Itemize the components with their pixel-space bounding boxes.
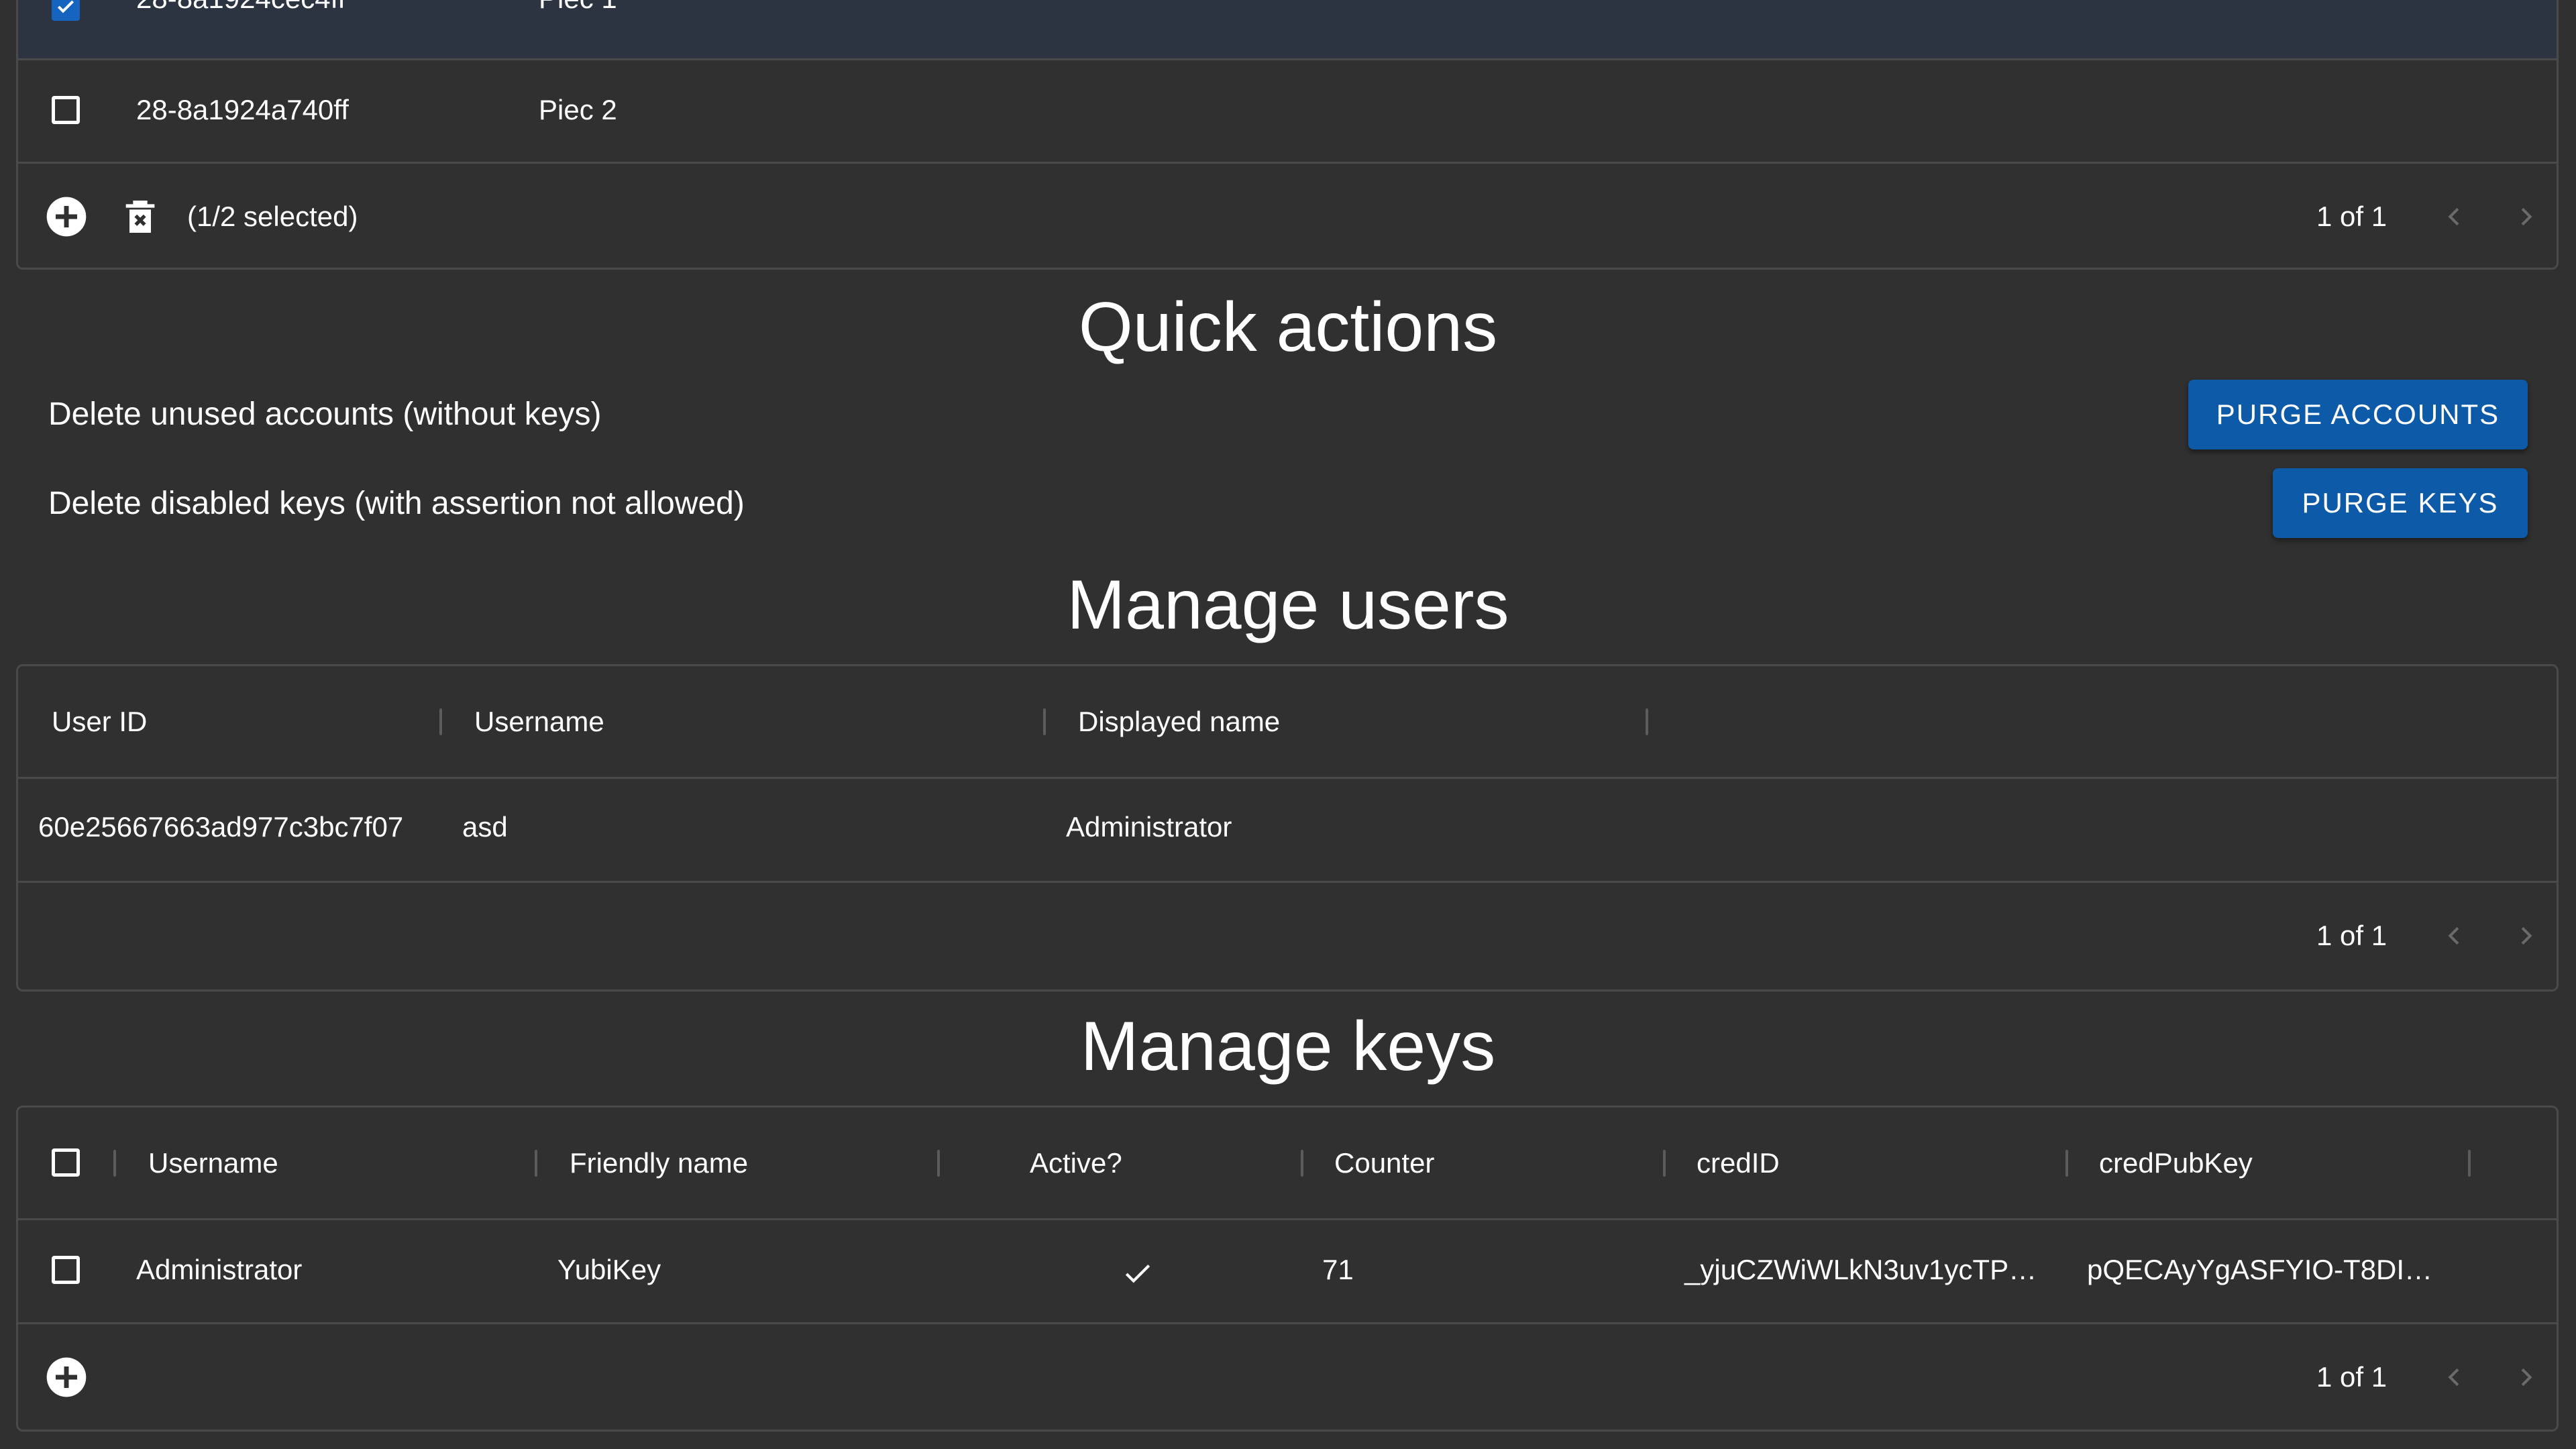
grid-header: Username Friendly name Active? Counter c… [18, 1108, 2557, 1220]
purge-accounts-description: Delete unused accounts (without keys) [48, 396, 602, 432]
row-checkbox[interactable] [52, 1256, 80, 1284]
column-header-username[interactable]: Username [474, 705, 604, 739]
row-checkbox[interactable] [52, 96, 80, 124]
column-separator[interactable] [439, 708, 442, 735]
purge-keys-button[interactable]: PURGE KEYS [2273, 468, 2528, 538]
column-header-displayed-name[interactable]: Displayed name [1078, 705, 1280, 739]
sensor-id: 28-8a1924cec4ff [136, 0, 345, 15]
column-separator[interactable] [937, 1150, 940, 1177]
check-icon [1125, 1265, 1150, 1283]
column-header-user-id[interactable]: User ID [52, 705, 147, 739]
sensor-name: Piec 2 [539, 94, 617, 125]
selection-count: (1/2 selected) [187, 201, 358, 232]
column-separator[interactable] [1301, 1150, 1303, 1177]
column-separator[interactable] [1663, 1150, 1666, 1177]
purge-accounts-button[interactable]: PURGE ACCOUNTS [2188, 380, 2528, 449]
column-separator[interactable] [2468, 1150, 2471, 1177]
delete-icon[interactable] [119, 195, 162, 238]
column-separator[interactable] [1043, 708, 1046, 735]
sensor-id: 28-8a1924a740ff [136, 94, 349, 125]
keys-grid: Username Friendly name Active? Counter c… [16, 1106, 2559, 1432]
table-row[interactable]: Administrator YubiKey 71 _yjuCZWiWLkN3uv… [18, 1218, 2557, 1324]
pagination-text: 1 of 1 [2316, 1361, 2387, 1393]
pagination-text: 1 of 1 [2316, 920, 2387, 951]
select-all-checkbox[interactable] [52, 1148, 80, 1177]
column-separator[interactable] [1646, 708, 1648, 735]
grid-footer: 1 of 1 [18, 883, 2557, 990]
cred-pub-key-cell: pQECAyYgASFYIO-T8DI… [2087, 1254, 2433, 1285]
column-separator[interactable] [535, 1150, 537, 1177]
chevron-right-icon[interactable] [2512, 1364, 2539, 1391]
sensor-name: Piec 1 [539, 0, 617, 15]
grid-header: User ID Username Displayed name [18, 666, 2557, 779]
column-header-username[interactable]: Username [148, 1146, 278, 1180]
add-circle-icon[interactable] [45, 1356, 88, 1399]
user-id-cell: 60e25667663ad977c3bc7f07 [38, 811, 404, 843]
table-row[interactable]: 28-8a1924cec4ff Piec 1 [18, 0, 2557, 60]
table-row[interactable]: 60e25667663ad977c3bc7f07 asd Administrat… [18, 777, 2557, 883]
column-separator[interactable] [113, 1150, 116, 1177]
username-cell: asd [462, 811, 508, 843]
manage-keys-title: Manage keys [1080, 1008, 1496, 1085]
quick-actions-title: Quick actions [1078, 288, 1498, 366]
check-icon [57, 0, 74, 13]
manage-users-title: Manage users [1067, 566, 1509, 644]
column-header-active[interactable]: Active? [1030, 1146, 1122, 1180]
chevron-left-icon[interactable] [2441, 922, 2468, 949]
chevron-left-icon[interactable] [2441, 203, 2468, 230]
pagination-text: 1 of 1 [2316, 201, 2387, 232]
purge-keys-description: Delete disabled keys (with assertion not… [48, 486, 745, 521]
column-header-counter[interactable]: Counter [1334, 1146, 1434, 1180]
grid-footer: (1/2 selected) 1 of 1 [18, 164, 2557, 270]
column-header-friendly-name[interactable]: Friendly name [570, 1146, 748, 1180]
chevron-left-icon[interactable] [2441, 1364, 2468, 1391]
sensors-grid: 28-8a1924cec4ff Piec 1 28-8a1924a740ff P… [16, 0, 2559, 270]
chevron-right-icon[interactable] [2512, 922, 2539, 949]
add-circle-icon[interactable] [45, 195, 88, 238]
table-row[interactable]: 28-8a1924a740ff Piec 2 [18, 58, 2557, 164]
counter-cell: 71 [1322, 1254, 1354, 1285]
friendly-name-cell: YubiKey [557, 1254, 661, 1285]
username-cell: Administrator [136, 1254, 303, 1285]
chevron-right-icon[interactable] [2512, 203, 2539, 230]
row-checkbox[interactable] [52, 0, 80, 21]
column-header-cred-pub-key[interactable]: credPubKey [2099, 1146, 2253, 1180]
column-separator[interactable] [2065, 1150, 2068, 1177]
cred-id-cell: _yjuCZWiWLkN3uv1ycTP… [1684, 1254, 2037, 1285]
column-header-cred-id[interactable]: credID [1697, 1146, 1780, 1180]
displayed-name-cell: Administrator [1066, 811, 1232, 843]
grid-footer: 1 of 1 [18, 1324, 2557, 1430]
users-grid: User ID Username Displayed name 60e25667… [16, 664, 2559, 991]
